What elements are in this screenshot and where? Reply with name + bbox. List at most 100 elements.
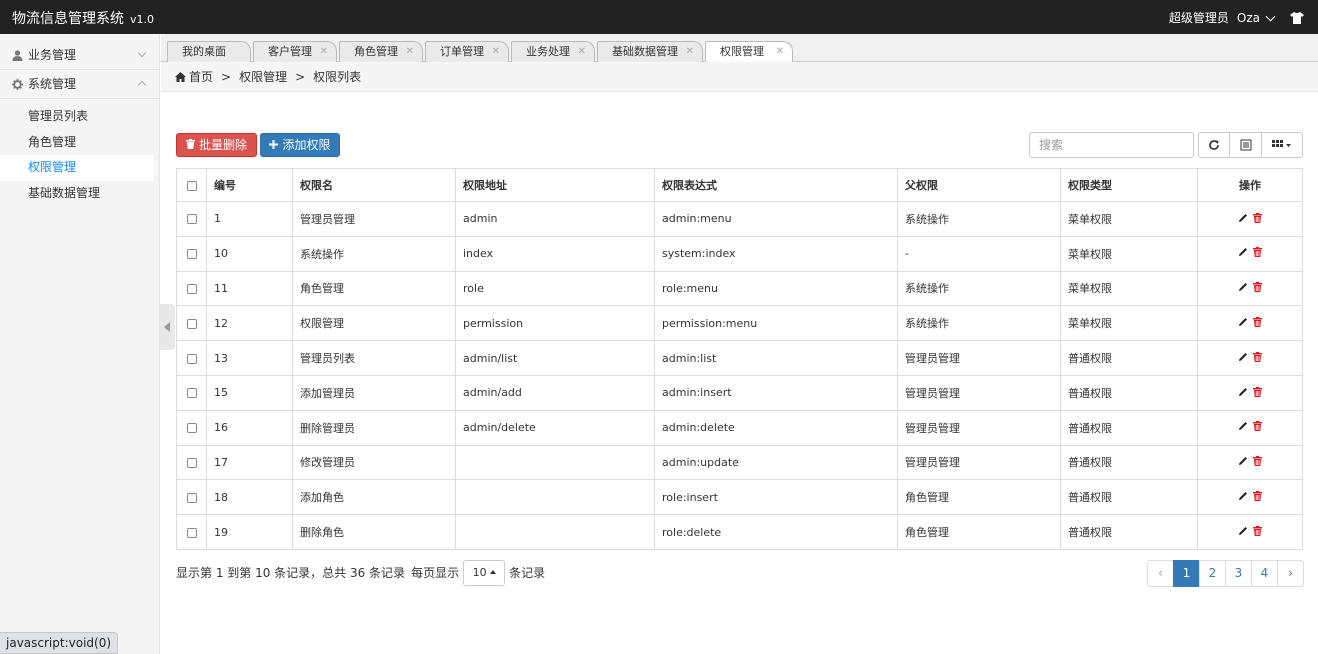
delete-icon[interactable] bbox=[1253, 247, 1262, 260]
table-row[interactable]: 1 管理员管理 admin admin:menu 系统操作 菜单权限 bbox=[176, 201, 1303, 237]
select-all-cell bbox=[176, 168, 207, 202]
breadcrumb-item[interactable]: 权限管理 bbox=[239, 70, 287, 84]
cell-expr: admin:delete bbox=[654, 409, 898, 446]
delete-icon[interactable] bbox=[1253, 456, 1262, 469]
sidebar-item-permission[interactable]: 权限管理 bbox=[0, 155, 154, 181]
prev-page-button[interactable]: ‹ bbox=[1147, 560, 1174, 587]
columns-dropdown-button[interactable] bbox=[1261, 132, 1303, 158]
edit-icon[interactable] bbox=[1238, 317, 1248, 330]
chevron-down-icon[interactable] bbox=[1265, 11, 1276, 21]
sidebar-collapse-handle[interactable] bbox=[160, 304, 175, 350]
row-checkbox[interactable] bbox=[186, 527, 197, 538]
batch-delete-button[interactable]: 批量删除 bbox=[176, 133, 257, 157]
delete-icon[interactable] bbox=[1253, 282, 1262, 295]
cell-ops bbox=[1197, 201, 1303, 237]
table-row[interactable]: 10 系统操作 index system:index - 菜单权限 bbox=[176, 235, 1303, 272]
toggle-view-button[interactable] bbox=[1229, 132, 1262, 158]
edit-icon[interactable] bbox=[1238, 387, 1248, 400]
sidebar-group-business[interactable]: 业务管理 bbox=[0, 41, 159, 70]
sidebar-group-system[interactable]: 系统管理 bbox=[0, 70, 159, 99]
page-button-2[interactable]: 2 bbox=[1199, 560, 1226, 587]
tab-business[interactable]: 业务处理 ✕ bbox=[511, 41, 595, 62]
close-icon[interactable]: ✕ bbox=[492, 42, 500, 61]
delete-icon[interactable] bbox=[1253, 491, 1262, 504]
search-input[interactable] bbox=[1029, 132, 1194, 158]
table-row[interactable]: 11 角色管理 role role:menu 系统操作 菜单权限 bbox=[176, 270, 1303, 307]
cell-ops bbox=[1197, 444, 1303, 481]
edit-icon[interactable] bbox=[1238, 526, 1248, 539]
column-header-type[interactable]: 权限类型 bbox=[1060, 168, 1198, 202]
column-header-parent[interactable]: 父权限 bbox=[897, 168, 1061, 202]
close-icon[interactable]: ✕ bbox=[776, 42, 784, 61]
select-all-checkbox[interactable] bbox=[186, 180, 197, 191]
page-button-1[interactable]: 1 bbox=[1173, 560, 1200, 587]
add-permission-button[interactable]: 添加权限 bbox=[260, 133, 340, 157]
close-icon[interactable]: ✕ bbox=[686, 42, 694, 61]
app-brand[interactable]: 物流信息管理系统 v1.0 bbox=[12, 8, 154, 28]
user-menu[interactable]: 超级管理员 Oza bbox=[1169, 9, 1304, 26]
row-checkbox[interactable] bbox=[186, 388, 197, 399]
tab-label: 订单管理 bbox=[440, 45, 484, 58]
cell-parent: - bbox=[897, 235, 1061, 272]
table-row[interactable]: 18 添加角色 role:insert 角色管理 普通权限 bbox=[176, 479, 1303, 516]
page-button-3[interactable]: 3 bbox=[1225, 560, 1252, 587]
edit-icon[interactable] bbox=[1238, 421, 1248, 434]
close-icon[interactable]: ✕ bbox=[406, 42, 414, 61]
delete-icon[interactable] bbox=[1253, 525, 1262, 539]
cell-url: admin/list bbox=[455, 340, 655, 376]
row-checkbox[interactable] bbox=[186, 283, 197, 294]
tab-desktop[interactable]: 我的桌面 bbox=[167, 41, 251, 62]
table-row[interactable]: 19 删除角色 role:delete 角色管理 普通权限 bbox=[176, 514, 1303, 550]
delete-icon[interactable] bbox=[1253, 212, 1262, 226]
shirt-icon[interactable] bbox=[1290, 11, 1304, 24]
close-icon[interactable]: ✕ bbox=[578, 42, 586, 61]
tab-base-data[interactable]: 基础数据管理 ✕ bbox=[597, 41, 703, 62]
delete-icon[interactable] bbox=[1253, 317, 1262, 330]
table-row[interactable]: 16 删除管理员 admin/delete admin:delete 管理员管理 普通权限 bbox=[176, 409, 1303, 446]
row-checkbox[interactable] bbox=[186, 492, 197, 503]
table-row[interactable]: 13 管理员列表 admin/list admin:list 管理员管理 普通权限 bbox=[176, 340, 1303, 376]
column-header-id[interactable]: 编号 bbox=[206, 168, 293, 202]
next-page-button[interactable]: › bbox=[1277, 560, 1304, 587]
cell-id: 18 bbox=[206, 479, 293, 516]
edit-icon[interactable] bbox=[1238, 247, 1248, 260]
cell-ops bbox=[1197, 305, 1303, 342]
edit-icon[interactable] bbox=[1238, 491, 1248, 504]
row-checkbox[interactable] bbox=[186, 457, 197, 468]
sidebar-item-base-data[interactable]: 基础数据管理 bbox=[0, 181, 159, 207]
delete-icon[interactable] bbox=[1253, 386, 1262, 400]
cell-type: 普通权限 bbox=[1060, 514, 1198, 550]
edit-icon[interactable] bbox=[1238, 213, 1248, 226]
column-header-expr[interactable]: 权限表达式 bbox=[654, 168, 898, 202]
column-header-name[interactable]: 权限名 bbox=[292, 168, 456, 202]
edit-icon[interactable] bbox=[1238, 282, 1248, 295]
table-row[interactable]: 12 权限管理 permission permission:menu 系统操作 菜单权限 bbox=[176, 305, 1303, 342]
user-name[interactable]: Oza bbox=[1237, 11, 1260, 25]
tab-customer[interactable]: 客户管理 ✕ bbox=[253, 41, 337, 62]
refresh-button[interactable] bbox=[1198, 132, 1230, 158]
tab-permission[interactable]: 权限管理 ✕ bbox=[705, 41, 793, 63]
table-row[interactable]: 15 添加管理员 admin/add admin:insert 管理员管理 普通权限 bbox=[176, 374, 1303, 411]
sidebar-item-admin-list[interactable]: 管理员列表 bbox=[0, 104, 159, 130]
page-button-4[interactable]: 4 bbox=[1251, 560, 1278, 587]
row-checkbox[interactable] bbox=[186, 214, 197, 225]
page-size-select[interactable]: 10 bbox=[463, 560, 506, 586]
column-header-url[interactable]: 权限地址 bbox=[455, 168, 655, 202]
cell-url bbox=[455, 514, 655, 550]
delete-icon[interactable] bbox=[1253, 421, 1262, 434]
row-checkbox[interactable] bbox=[186, 318, 197, 329]
cell-id: 12 bbox=[206, 305, 293, 342]
row-checkbox[interactable] bbox=[186, 249, 197, 260]
tab-role[interactable]: 角色管理 ✕ bbox=[339, 41, 423, 62]
delete-icon[interactable] bbox=[1253, 351, 1262, 365]
row-checkbox[interactable] bbox=[186, 423, 197, 434]
tab-order[interactable]: 订单管理 ✕ bbox=[425, 41, 509, 62]
breadcrumb-home[interactable]: 首页 bbox=[189, 70, 213, 84]
table-row[interactable]: 17 修改管理员 admin:update 管理员管理 普通权限 bbox=[176, 444, 1303, 481]
close-icon[interactable]: ✕ bbox=[320, 42, 328, 61]
sidebar-item-role[interactable]: 角色管理 bbox=[0, 130, 159, 156]
row-checkbox[interactable] bbox=[186, 353, 197, 364]
cell-url: role bbox=[455, 270, 655, 307]
edit-icon[interactable] bbox=[1238, 456, 1248, 469]
edit-icon[interactable] bbox=[1238, 352, 1248, 365]
